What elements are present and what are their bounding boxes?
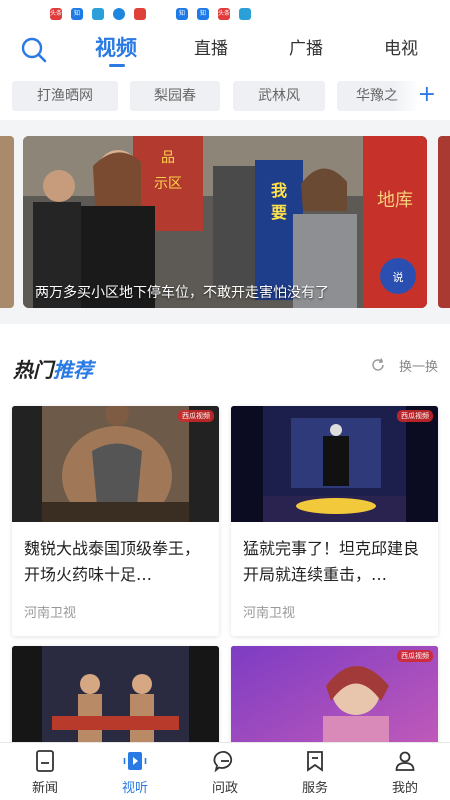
bottom-tab-bar: 新闻 视听 问政 服务 我的 [0,742,450,800]
video-thumbnail: 西瓜视频 [12,406,219,522]
banner-prev-peek[interactable] [0,136,14,308]
banner-caption: 两万多买小区地下停车位，不敢开走害怕没有了 [35,285,329,301]
section-title: 热门推荐 [13,358,93,382]
chip-fade [392,81,420,111]
tabbar-label: 新闻 [31,781,58,796]
toutiao-icon-2: 头条 [218,8,230,20]
video-source: 河南卫视 [243,606,296,621]
tabbar-label: 视听 [121,781,148,796]
banner-next-peek[interactable] [438,136,450,308]
tabbar-label: 服务 [301,781,328,796]
tab-tv[interactable]: 电视 [384,34,418,59]
tabbar-label: 问政 [211,781,238,796]
platform-logo: 西瓜视频 [178,410,214,422]
add-channel-button[interactable]: + [418,82,436,108]
zhihu-icon-2: 知 [176,8,188,20]
hot-recommend-section: 热门推荐 换一换 西瓜视频 魏锐大战泰国顶级拳王，开场火药味十足… 河南卫视 西… [0,324,450,762]
zhihu-icon: 知 [71,8,83,20]
browser-icon [113,8,125,20]
chip-wulinfeng[interactable]: 武林风 [233,81,325,111]
tabbar-item-news[interactable]: 新闻 [0,743,90,800]
video-title: 魏锐大战泰国顶级拳王，开场火药味十足… [24,539,201,584]
tabbar-item-video[interactable]: 视听 [90,743,180,800]
category-chips: 打渔晒网 梨园春 武林风 华豫之 + [0,72,450,120]
video-thumbnail: 西瓜视频 [231,406,438,522]
chip-dayushaiwang[interactable]: 打渔晒网 [12,81,118,111]
svg-text:说: 说 [393,270,404,284]
tab-radio[interactable]: 广播 [289,34,323,59]
toutiao-icon: 头条 [50,8,62,20]
tab-video[interactable]: 视频 [95,32,137,62]
banner-carousel: 品 示区 我 要 地库 说 两万多买小区地下停车位，不敢开走害怕没有了 [0,120,450,324]
platform-logo: 西瓜视频 [397,410,433,422]
svg-text:品: 品 [161,150,175,166]
tabbar-item-inquiry[interactable]: 问政 [180,743,270,800]
chip-liyuanchun[interactable]: 梨园春 [130,81,220,111]
video-card[interactable]: 西瓜视频 魏锐大战泰国顶级拳王，开场火药味十足… 河南卫视 [12,406,219,636]
video-title: 猛就完事了！坦克邱建良开局就连续重击，… [243,539,420,584]
chat-bubble-icon [213,750,233,773]
feather-icon-2 [239,8,251,20]
tab-live[interactable]: 直播 [194,34,228,59]
status-bar: 头条 知 知 知 头条 [0,0,450,26]
banner-slide[interactable]: 品 示区 我 要 地库 说 两万多买小区地下停车位，不敢开走害怕没有了 [23,136,427,308]
bookmark-icon [307,751,323,772]
top-nav: 视频 直播 广播 电视 [0,26,450,72]
feather-icon [92,8,104,20]
svg-text:我: 我 [271,181,287,200]
news-doc-icon [36,750,54,772]
platform-logo: 西瓜视频 [397,650,433,662]
news-icon [134,8,146,20]
video-card[interactable]: 西瓜视频 猛就完事了！坦克邱建良开局就连续重击，… 河南卫视 [231,406,438,636]
video-source: 河南卫视 [24,606,77,621]
svg-text:示区: 示区 [154,176,182,192]
svg-text:要: 要 [271,203,287,222]
svg-text:地库: 地库 [377,190,413,211]
tab-active-indicator [109,64,125,67]
search-icon[interactable] [20,36,48,64]
play-audio-icon [123,752,147,770]
user-icon [395,751,415,771]
refresh-icon[interactable] [370,357,386,373]
refresh-button[interactable]: 换一换 [399,356,438,375]
tabbar-item-profile[interactable]: 我的 [360,743,450,800]
zhihu-icon-3: 知 [197,8,209,20]
tabbar-item-service[interactable]: 服务 [270,743,360,800]
tabbar-label: 我的 [391,781,418,796]
